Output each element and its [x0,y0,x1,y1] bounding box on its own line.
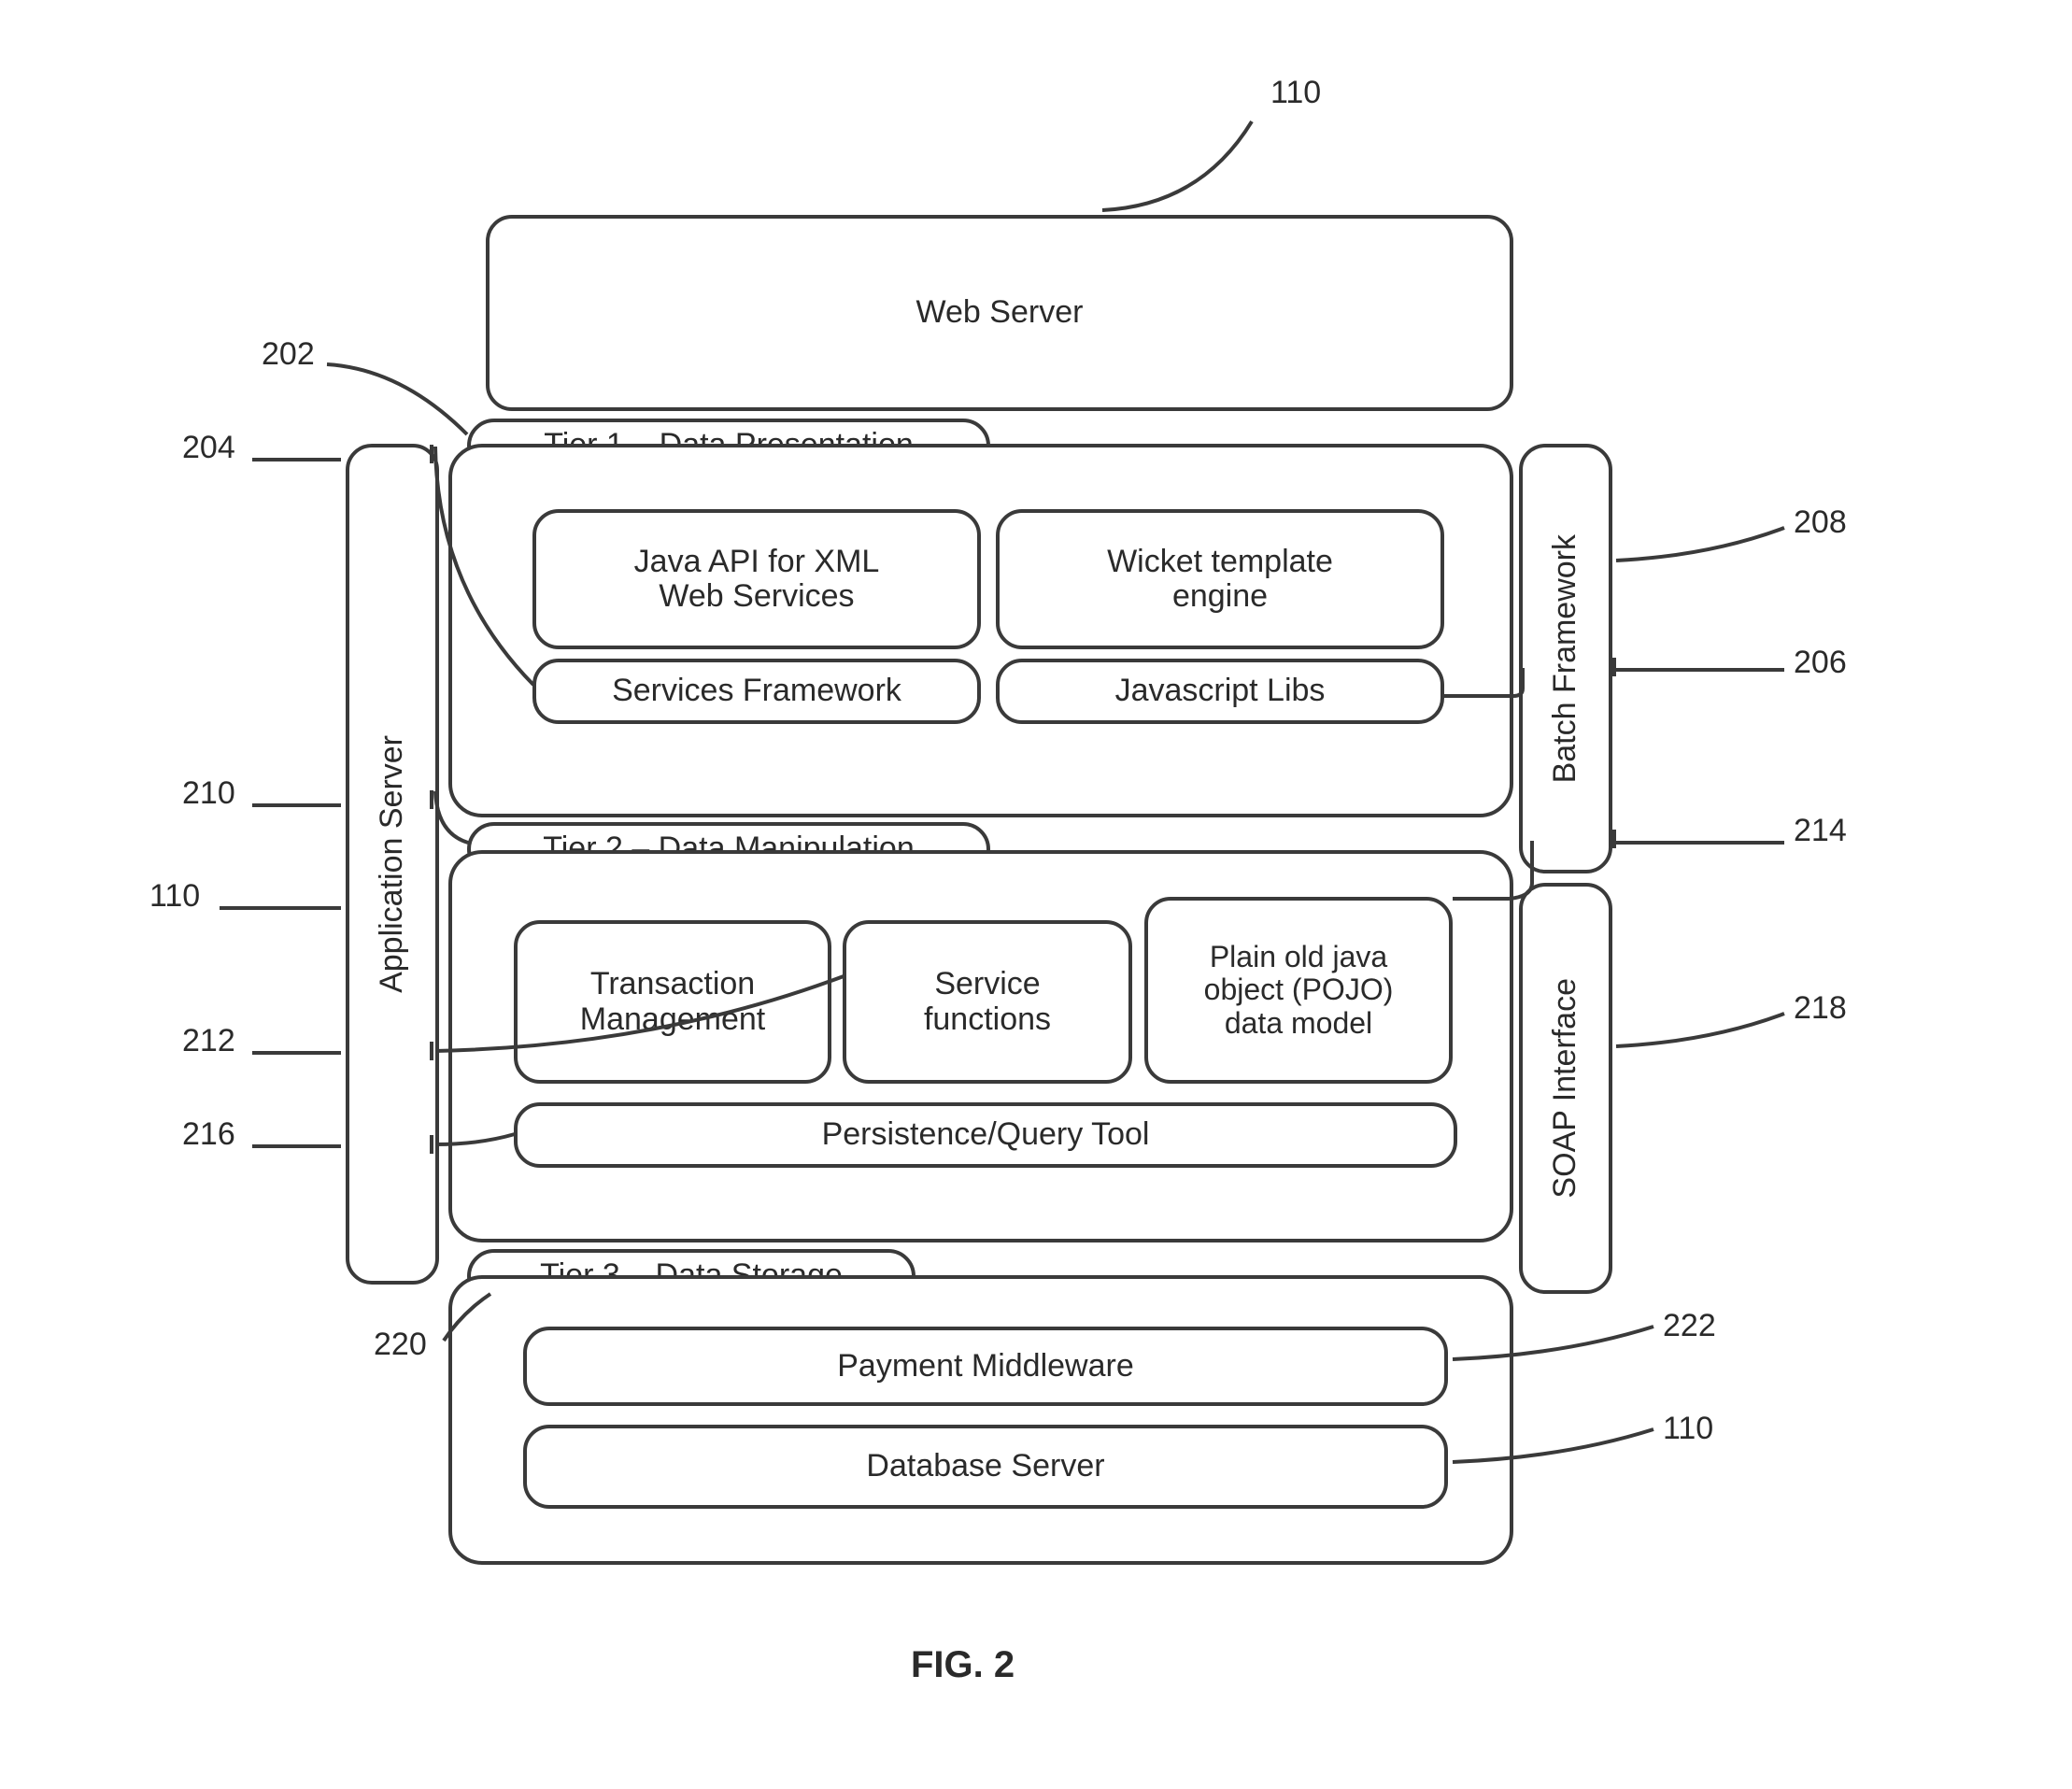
soap-interface-box: SOAP Interface [1519,883,1612,1294]
database-server-box: Database Server [523,1425,1448,1509]
callout-214: 214 [1794,813,1847,849]
persistence-query-tool-box: Persistence/Query Tool [514,1102,1457,1168]
payment-middleware-box: Payment Middleware [523,1327,1448,1406]
callout-216: 216 [182,1116,235,1153]
application-server-box: Application Server [346,444,439,1285]
callout-206: 206 [1794,645,1847,681]
services-framework-box: Services Framework [532,659,981,724]
callout-110-left-mid: 110 [149,878,200,915]
batch-framework-box: Batch Framework [1519,444,1612,873]
callout-204: 204 [182,430,235,466]
batch-framework-label: Batch Framework [1548,534,1582,783]
pojo-data-model-box: Plain old java object (POJO) data model [1144,897,1453,1084]
tier3-area [448,1275,1513,1565]
java-api-box: Java API for XML Web Services [532,509,981,649]
callout-222: 222 [1663,1308,1716,1344]
callout-110-bottom-right: 110 [1663,1411,1713,1447]
figure-2-diagram: Web Server Tier 1 – Data Presentation Ap… [0,0,2072,1789]
figure-caption: FIG. 2 [911,1644,1015,1686]
callout-220: 220 [374,1327,427,1363]
soap-interface-label: SOAP Interface [1548,978,1582,1199]
callout-110-top: 110 [1270,75,1321,111]
javascript-libs-box: Javascript Libs [996,659,1444,724]
callout-212: 212 [182,1023,235,1059]
service-functions-box: Service functions [843,920,1132,1084]
wicket-template-box: Wicket template engine [996,509,1444,649]
callout-210: 210 [182,775,235,812]
application-server-label: Application Server [375,735,409,993]
web-server-box: Web Server [486,215,1513,411]
callout-202: 202 [262,336,315,373]
